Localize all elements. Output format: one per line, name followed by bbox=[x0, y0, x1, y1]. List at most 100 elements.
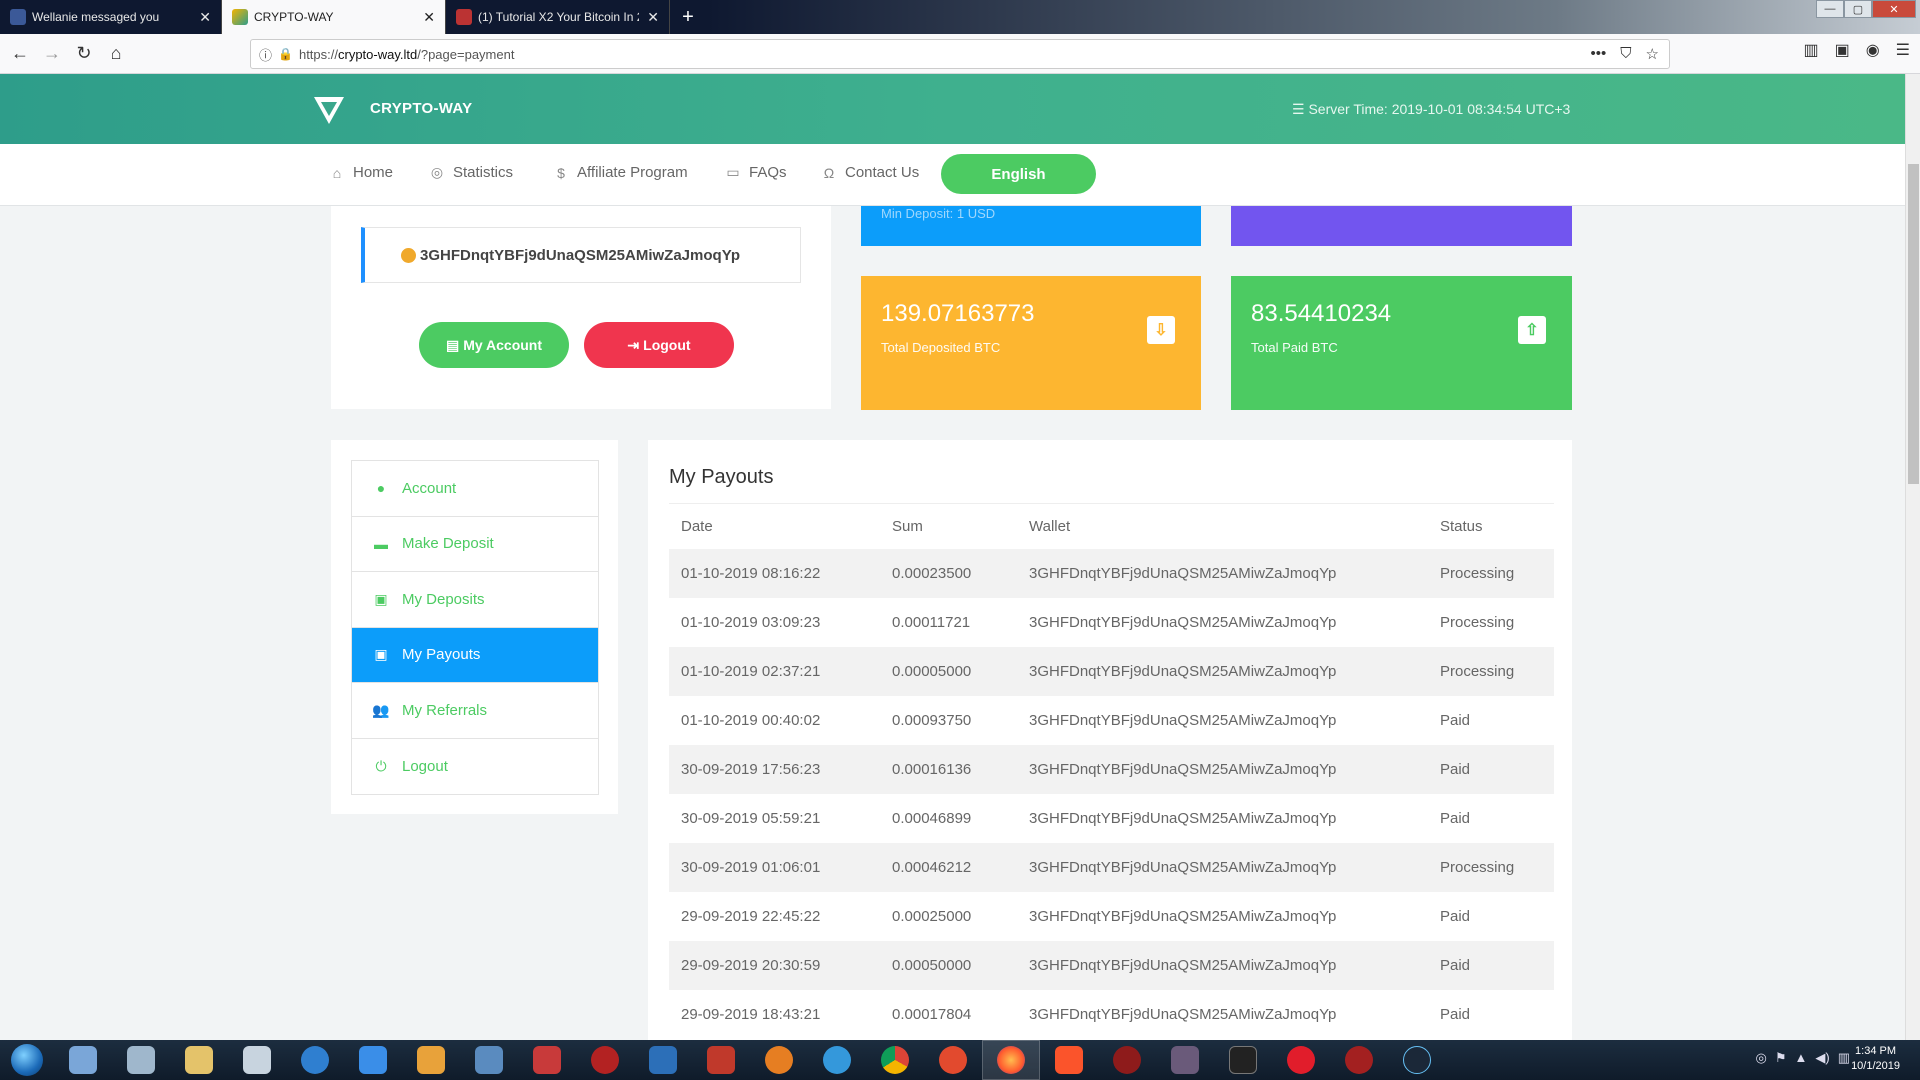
sidebar-item-logout[interactable]: ⏻ Logout bbox=[352, 739, 598, 795]
back-icon[interactable]: ← bbox=[4, 38, 36, 70]
stat-card-total-deposited: 139.07163773 Total Deposited BTC ⇩ bbox=[861, 276, 1201, 410]
taskbar-app[interactable] bbox=[924, 1040, 982, 1080]
taskbar-app[interactable] bbox=[518, 1040, 576, 1080]
my-account-button[interactable]: ▤ My Account bbox=[419, 322, 569, 368]
tray-icon[interactable]: ⚑ bbox=[1775, 1050, 1787, 1066]
server-time-text: Server Time: 2019-10-01 08:34:54 UTC+3 bbox=[1308, 101, 1571, 117]
reload-icon[interactable]: ↻ bbox=[68, 38, 100, 70]
bookmark-star-icon[interactable]: ☆ bbox=[1646, 45, 1659, 63]
maximize-icon[interactable]: ▢ bbox=[1844, 0, 1872, 18]
taskbar-app[interactable] bbox=[576, 1040, 634, 1080]
minimize-icon[interactable]: — bbox=[1816, 0, 1844, 18]
account-icon[interactable]: ◉ bbox=[1866, 40, 1880, 60]
cell-status: Processing bbox=[1428, 842, 1554, 892]
network-tray-icon[interactable]: ▥ bbox=[1838, 1050, 1850, 1066]
taskbar-app[interactable] bbox=[1040, 1040, 1098, 1080]
nav-contact-us[interactable]: Ω Contact Us bbox=[821, 164, 919, 181]
taskbar-app[interactable] bbox=[54, 1040, 112, 1080]
taskbar-app[interactable] bbox=[112, 1040, 170, 1080]
stat-card-purple bbox=[1231, 206, 1572, 246]
pocket-icon[interactable]: ⛉ bbox=[1620, 45, 1631, 63]
cell-status: Processing bbox=[1428, 646, 1554, 696]
menu-icon[interactable]: ☰ bbox=[1896, 40, 1910, 60]
taskbar-app[interactable] bbox=[344, 1040, 402, 1080]
folder-icon bbox=[185, 1046, 213, 1074]
url-bar[interactable]: ⓘ 🔒 https://crypto-way.ltd/?page=payment… bbox=[250, 39, 1670, 69]
firefox-dev-icon bbox=[939, 1046, 967, 1074]
taskbar-app[interactable] bbox=[866, 1040, 924, 1080]
close-window-icon[interactable]: ✕ bbox=[1872, 0, 1916, 18]
upload-box-icon: ⇧ bbox=[1518, 316, 1546, 344]
lock-icon[interactable]: 🔒 bbox=[278, 47, 293, 61]
taskbar-app[interactable] bbox=[1330, 1040, 1388, 1080]
speaker-icon[interactable]: ◀) bbox=[1815, 1050, 1829, 1066]
page-actions-icon[interactable]: ••• bbox=[1591, 45, 1607, 63]
my-account-label: My Account bbox=[463, 337, 543, 353]
tab-tutorial[interactable]: (1) Tutorial X2 Your Bitcoin In 2 ✕ bbox=[446, 0, 670, 34]
forward-icon[interactable]: → bbox=[36, 38, 68, 70]
sidebar-item-label: Make Deposit bbox=[402, 535, 494, 553]
library-icon[interactable]: ▥ bbox=[1803, 40, 1818, 60]
shield-app-icon bbox=[649, 1046, 677, 1074]
taskbar-app[interactable] bbox=[228, 1040, 286, 1080]
tray-icon[interactable]: ▲ bbox=[1795, 1050, 1808, 1066]
crypto-way-logo[interactable] bbox=[312, 94, 346, 126]
close-icon[interactable]: ✕ bbox=[423, 9, 435, 26]
dollar-icon: $ bbox=[557, 164, 565, 181]
taskbar-app[interactable] bbox=[1388, 1040, 1446, 1080]
language-button[interactable]: English bbox=[941, 154, 1096, 194]
close-icon[interactable]: ✕ bbox=[199, 9, 211, 26]
tray-icon[interactable]: ◎ bbox=[1756, 1050, 1767, 1066]
system-clock[interactable]: 1:34 PM 10/1/2019 bbox=[1851, 1044, 1900, 1074]
new-tab-button[interactable]: + bbox=[670, 0, 706, 34]
close-icon[interactable]: ✕ bbox=[647, 9, 659, 26]
sidebar-item-my-payouts[interactable]: ▣ My Payouts bbox=[352, 627, 598, 683]
table-row: 01-10-2019 03:09:23 0.00011721 3GHFDnqtYBF… bbox=[669, 598, 1554, 647]
taskbar-app[interactable] bbox=[692, 1040, 750, 1080]
info-icon[interactable]: ⓘ bbox=[259, 45, 272, 64]
nav-affiliate-program[interactable]: $ Affiliate Program bbox=[553, 164, 688, 181]
r-app-icon bbox=[533, 1046, 561, 1074]
cell-status: Paid bbox=[1428, 940, 1554, 990]
logout-icon: ⇥ bbox=[627, 336, 640, 353]
account-icon: ▤ bbox=[445, 336, 460, 353]
home-icon[interactable]: ⌂ bbox=[100, 38, 132, 70]
wallet-address-box: 3GHFDnqtYBFj9dUnaQSM25AMiwZaJmoqYp bbox=[361, 227, 801, 283]
column-header-sum: Sum bbox=[880, 503, 1017, 549]
sidebar-item-my-referrals[interactable]: 👥 My Referrals bbox=[352, 683, 598, 739]
server-icon: ☰ bbox=[1292, 101, 1309, 117]
nav-statistics[interactable]: ◎ Statistics bbox=[429, 164, 513, 181]
taskbar-app[interactable] bbox=[1272, 1040, 1330, 1080]
nav-home[interactable]: ⌂ Home bbox=[329, 164, 393, 181]
taskbar-app[interactable] bbox=[634, 1040, 692, 1080]
sidebar-item-my-deposits[interactable]: ▣ My Deposits bbox=[352, 572, 598, 628]
taskbar-app[interactable] bbox=[402, 1040, 460, 1080]
scrollbar-thumb[interactable] bbox=[1908, 164, 1919, 484]
taskbar-app[interactable] bbox=[1098, 1040, 1156, 1080]
nav-faqs[interactable]: ▭ FAQs bbox=[725, 164, 786, 181]
start-button[interactable] bbox=[0, 1040, 54, 1080]
taskbar-app[interactable] bbox=[170, 1040, 228, 1080]
url-actions: ••• ⛉ ☆ bbox=[1591, 45, 1659, 63]
cell-status: Processing bbox=[1428, 548, 1554, 598]
taskbar-app[interactable] bbox=[1214, 1040, 1272, 1080]
tab-crypto-way[interactable]: CRYPTO-WAY ✕ bbox=[222, 0, 446, 34]
brand-name[interactable]: CRYPTO-WAY bbox=[370, 100, 472, 117]
taskbar-app[interactable] bbox=[1156, 1040, 1214, 1080]
taskbar-app[interactable] bbox=[286, 1040, 344, 1080]
taskbar-app-firefox[interactable] bbox=[982, 1040, 1040, 1080]
sidebar-item-label: Account bbox=[402, 479, 457, 497]
sidebar-icon[interactable]: ▣ bbox=[1835, 40, 1850, 60]
tab-facebook[interactable]: Wellanie messaged you ✕ bbox=[0, 0, 222, 34]
page-scrollbar[interactable] bbox=[1905, 74, 1920, 1040]
site-header: CRYPTO-WAY ☰ Server Time: 2019-10-01 08:… bbox=[0, 74, 1905, 144]
sidebar-item-label: My Referrals bbox=[402, 701, 488, 719]
sidebar-item-make-deposit[interactable]: ▬ Make Deposit bbox=[352, 517, 598, 572]
taskbar-app[interactable] bbox=[750, 1040, 808, 1080]
taskbar-app[interactable] bbox=[460, 1040, 518, 1080]
logout-button[interactable]: ⇥ Logout bbox=[584, 322, 734, 368]
cell-status: Paid bbox=[1440, 907, 1471, 925]
taskbar-app[interactable] bbox=[808, 1040, 866, 1080]
sidebar-item-account[interactable]: ● Account bbox=[352, 461, 598, 517]
min-deposit-text: Min Deposit: 1 USD bbox=[881, 206, 996, 221]
